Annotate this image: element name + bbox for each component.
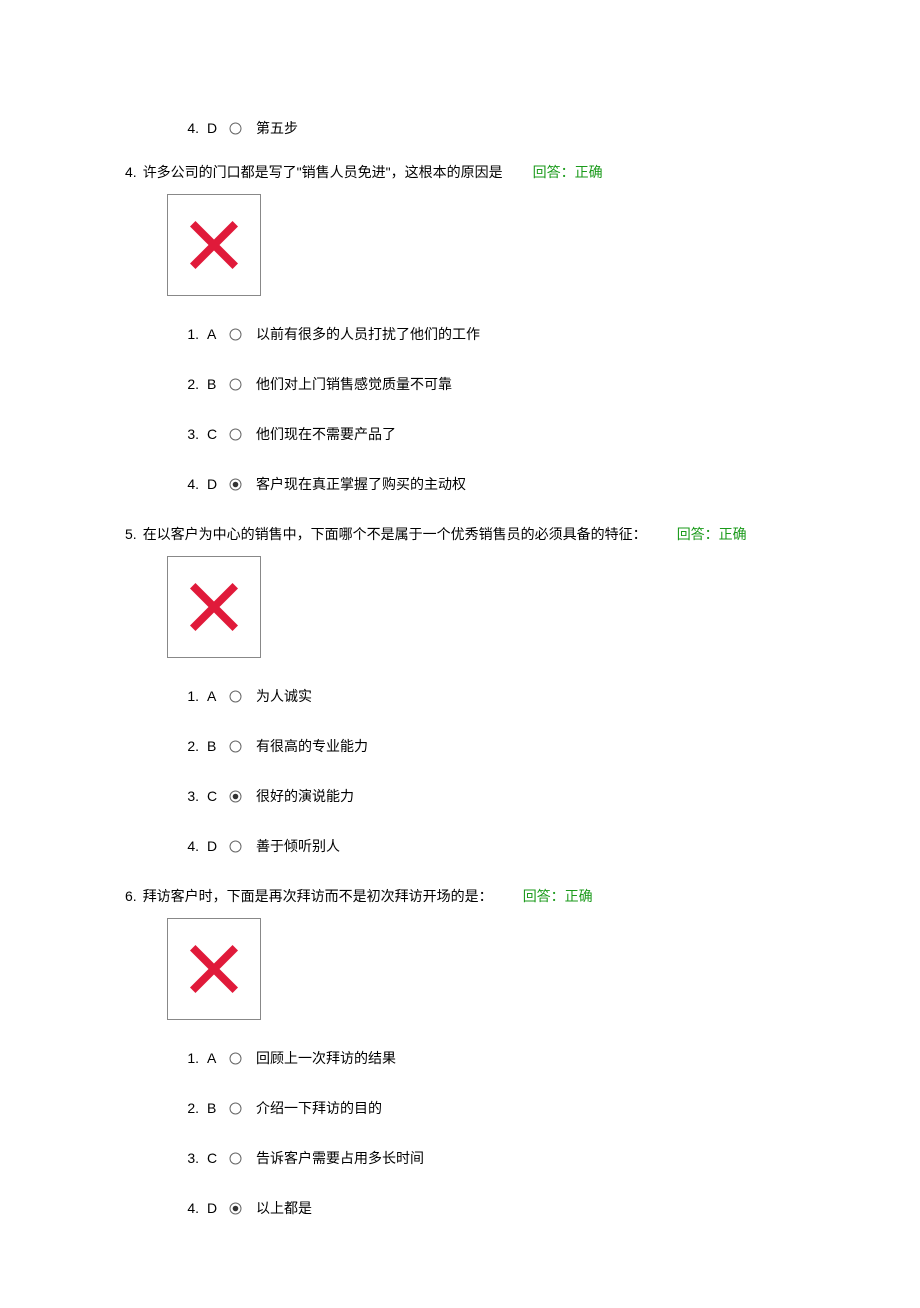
option-row: 2. B 介绍一下拜访的目的: [173, 1098, 795, 1118]
option-letter: A: [207, 326, 221, 342]
radio-selected[interactable]: [229, 478, 242, 491]
option-number: 3.: [173, 788, 199, 804]
option-number: 2.: [173, 738, 199, 754]
option-letter: C: [207, 1150, 221, 1166]
question-block: 4. 许多公司的门口都是写了"销售人员免进"，这根本的原因是 回答：正确 1. A 以前有…: [125, 162, 795, 494]
option-row: 4. D 客户现在真正掌握了购买的主动权: [173, 474, 795, 494]
option-number: 1.: [173, 326, 199, 342]
question-text: 在以客户为中心的销售中，下面哪个不是属于一个优秀销售员的必须具备的特征：: [143, 524, 647, 544]
option-letter: A: [207, 1050, 221, 1066]
option-text: 以上都是: [256, 1198, 312, 1218]
cross-icon: [167, 556, 261, 658]
radio-unselected[interactable]: [229, 378, 242, 391]
option-row: 1. A 回顾上一次拜访的结果: [173, 1048, 795, 1068]
radio-selected[interactable]: [229, 790, 242, 803]
option-row: 4. D 以上都是: [173, 1198, 795, 1218]
option-text: 很好的演说能力: [256, 786, 354, 806]
option-number: 3.: [173, 426, 199, 442]
questions-container: 4.许多公司的门口都是写了"销售人员免进"，这根本的原因是回答：正确1.A以前有…: [125, 162, 795, 1218]
option-text: 有很高的专业能力: [256, 736, 368, 756]
question-block: 6. 拜访客户时，下面是再次拜访而不是初次拜访开场的是： 回答：正确 1. A 回顾上一次…: [125, 886, 795, 1218]
option-number: 1.: [173, 688, 199, 704]
option-letter: B: [207, 376, 221, 392]
options-list: 1. A 以前有很多的人员打扰了他们的工作 2. B 他们对上门销售感觉质量不可靠 3. C 他…: [173, 324, 795, 494]
answer-status: 回答：正确: [677, 524, 747, 544]
question-header: 6. 拜访客户时，下面是再次拜访而不是初次拜访开场的是： 回答：正确: [125, 886, 795, 906]
option-row: 2. B 他们对上门销售感觉质量不可靠: [173, 374, 795, 394]
option-text: 以前有很多的人员打扰了他们的工作: [256, 324, 480, 344]
radio-unselected[interactable]: [229, 428, 242, 441]
question-number: 6.: [125, 888, 137, 904]
question-header: 5. 在以客户为中心的销售中，下面哪个不是属于一个优秀销售员的必须具备的特征： 回答…: [125, 524, 795, 544]
option-text: 善于倾听别人: [256, 836, 340, 856]
radio-unselected[interactable]: [229, 740, 242, 753]
question-text: 拜访客户时，下面是再次拜访而不是初次拜访开场的是：: [143, 886, 493, 906]
option-text: 告诉客户需要占用多长时间: [256, 1148, 424, 1168]
option-text: 回顾上一次拜访的结果: [256, 1048, 396, 1068]
option-row: 3. C 他们现在不需要产品了: [173, 424, 795, 444]
radio-selected[interactable]: [229, 1202, 242, 1215]
option-text: 介绍一下拜访的目的: [256, 1098, 382, 1118]
prev-question-option-d: 4. D 第五步: [173, 118, 795, 138]
answer-status: 回答：正确: [523, 886, 593, 906]
option-letter: D: [207, 120, 221, 136]
option-letter: B: [207, 738, 221, 754]
cross-icon: [167, 194, 261, 296]
option-number: 4.: [173, 1200, 199, 1216]
radio-unselected[interactable]: [229, 328, 242, 341]
answer-status: 回答：正确: [533, 162, 603, 182]
option-letter: D: [207, 838, 221, 854]
question-number: 5.: [125, 526, 137, 542]
radio-unselected[interactable]: [229, 1052, 242, 1065]
options-list: 1. A 为人诚实 2. B 有很高的专业能力 3. C 很好的演说能力 4. D 善于倾听别人: [173, 686, 795, 856]
option-text: 第五步: [256, 118, 298, 138]
question-block: 5. 在以客户为中心的销售中，下面哪个不是属于一个优秀销售员的必须具备的特征： 回答…: [125, 524, 795, 856]
option-row: 4. D 善于倾听别人: [173, 836, 795, 856]
option-letter: C: [207, 788, 221, 804]
option-row: 1. A 以前有很多的人员打扰了他们的工作: [173, 324, 795, 344]
radio-unselected[interactable]: [229, 122, 242, 135]
options-list: 1. A 回顾上一次拜访的结果 2. B 介绍一下拜访的目的 3. C 告诉客户需要占用多长时间…: [173, 1048, 795, 1218]
question-text: 许多公司的门口都是写了"销售人员免进"，这根本的原因是: [143, 162, 503, 182]
radio-unselected[interactable]: [229, 690, 242, 703]
radio-unselected[interactable]: [229, 1102, 242, 1115]
option-text: 为人诚实: [256, 686, 312, 706]
option-row: 3. C 很好的演说能力: [173, 786, 795, 806]
radio-unselected[interactable]: [229, 1152, 242, 1165]
option-letter: A: [207, 688, 221, 704]
radio-unselected[interactable]: [229, 840, 242, 853]
option-number: 4.: [173, 476, 199, 492]
question-number: 4.: [125, 164, 137, 180]
option-number: 4.: [173, 838, 199, 854]
question-header: 4. 许多公司的门口都是写了"销售人员免进"，这根本的原因是 回答：正确: [125, 162, 795, 182]
option-number: 2.: [173, 376, 199, 392]
page: 4. D 第五步 4.许多公司的门口都是写了"销售人员免进"，这根本的原因是回答…: [0, 0, 920, 1308]
option-letter: D: [207, 1200, 221, 1216]
option-number: 2.: [173, 1100, 199, 1116]
option-number: 3.: [173, 1150, 199, 1166]
option-number: 1.: [173, 1050, 199, 1066]
option-row: 1. A 为人诚实: [173, 686, 795, 706]
option-row: 2. B 有很高的专业能力: [173, 736, 795, 756]
option-letter: C: [207, 426, 221, 442]
option-letter: B: [207, 1100, 221, 1116]
option-number: 4.: [173, 120, 199, 136]
cross-icon: [167, 918, 261, 1020]
option-text: 他们现在不需要产品了: [256, 424, 396, 444]
option-row: 3. C 告诉客户需要占用多长时间: [173, 1148, 795, 1168]
option-letter: D: [207, 476, 221, 492]
option-text: 他们对上门销售感觉质量不可靠: [256, 374, 452, 394]
option-text: 客户现在真正掌握了购买的主动权: [256, 474, 466, 494]
